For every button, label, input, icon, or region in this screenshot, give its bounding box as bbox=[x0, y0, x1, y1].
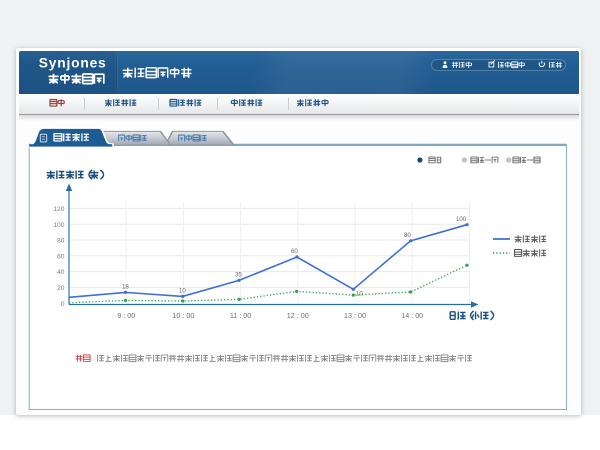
svg-text:80: 80 bbox=[57, 238, 65, 245]
svg-text:12 : 00: 12 : 00 bbox=[287, 311, 309, 320]
svg-text:14 : 00: 14 : 00 bbox=[401, 311, 423, 320]
svg-text:60: 60 bbox=[291, 248, 298, 255]
svg-text:10: 10 bbox=[356, 291, 363, 298]
svg-text:80: 80 bbox=[404, 232, 411, 239]
svg-text:40: 40 bbox=[57, 269, 65, 276]
svg-text:10: 10 bbox=[179, 288, 186, 295]
svg-text:10 : 00: 10 : 00 bbox=[172, 311, 194, 320]
svg-text:100: 100 bbox=[456, 216, 467, 223]
svg-text:13 : 00: 13 : 00 bbox=[344, 311, 366, 320]
svg-text:100: 100 bbox=[53, 222, 64, 229]
svg-text:9 : 00: 9 : 00 bbox=[117, 311, 135, 320]
svg-text:0: 0 bbox=[61, 301, 65, 308]
svg-text:35: 35 bbox=[235, 272, 242, 279]
svg-text:Synjones: Synjones bbox=[39, 55, 107, 70]
svg-text:60: 60 bbox=[57, 253, 65, 260]
svg-text:11 : 00: 11 : 00 bbox=[230, 311, 251, 320]
svg-text:20: 20 bbox=[57, 285, 65, 292]
svg-text:18: 18 bbox=[122, 284, 129, 291]
svg-text:120: 120 bbox=[53, 206, 64, 213]
